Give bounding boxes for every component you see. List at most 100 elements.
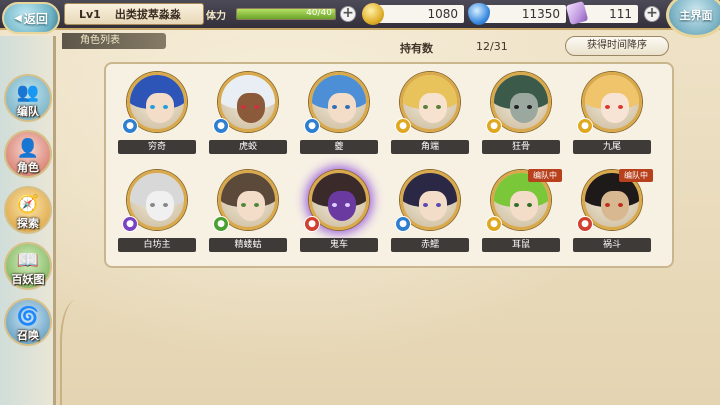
portrait-eye: [241, 203, 246, 207]
portrait-eye: [514, 105, 519, 109]
portrait-eye: [436, 105, 441, 109]
player-level: Lv1: [79, 7, 101, 21]
element-icon: ●: [577, 216, 593, 232]
element-icon: ●: [486, 216, 502, 232]
player-name: 出类拔萃淼淼: [114, 8, 181, 21]
player-info: Lv1 出类拔萃淼淼: [64, 3, 204, 25]
portrait-eye: [332, 105, 337, 109]
character-card[interactable]: ● 虎蛟: [209, 72, 287, 158]
portrait-eye: [241, 105, 246, 109]
coin-icon: [362, 3, 384, 25]
element-icon: ●: [577, 118, 593, 134]
ticket-icon: [565, 1, 589, 25]
element-icon: ●: [395, 118, 411, 134]
sidebar-item-explore[interactable]: 🧭 探索: [4, 186, 52, 234]
back-button[interactable]: ◀ 返回: [2, 2, 60, 34]
home-label: 主界面: [679, 9, 713, 22]
character-name: 祸斗: [573, 238, 651, 252]
character-card[interactable]: ● 角端: [391, 72, 469, 158]
add-ticket-button[interactable]: +: [644, 6, 660, 22]
character-card[interactable]: ● 九尾: [573, 72, 651, 158]
portrait-eye: [254, 105, 259, 109]
summon-icon: 🌀: [16, 306, 40, 327]
portrait-eye: [254, 203, 259, 207]
character-name: 白坊主: [118, 238, 196, 252]
back-arrow-icon: ◀: [14, 12, 22, 24]
jade-value: 11350: [521, 7, 560, 21]
character-name: 九尾: [573, 140, 651, 154]
character-card[interactable]: ● 耳鼠 编队中: [482, 169, 562, 256]
portrait-eye: [150, 105, 155, 109]
element-icon: ●: [213, 216, 229, 232]
stamina-meter: 体力 40/40 +: [206, 4, 356, 24]
character-card[interactable]: ● 祸斗 编队中: [573, 169, 653, 256]
stamina-label: 体力: [206, 10, 226, 22]
portrait-eye: [618, 105, 623, 109]
portrait-eye: [605, 105, 610, 109]
in-party-badge: 编队中: [619, 169, 653, 182]
sidebar: 👥 编队 👤 角色 🧭 探索 📖 百妖图 🌀 召唤: [0, 36, 56, 405]
stamina-value: 40/40: [306, 8, 332, 18]
decorative-frame: [60, 300, 100, 405]
sidebar-item-character[interactable]: 👤 角色: [4, 130, 52, 178]
owned-count: 12/31: [476, 40, 508, 53]
ticket-value: 111: [609, 7, 632, 21]
top-bar: ◀ 返回 Lv1 出类拔萃淼淼 体力 40/40 + 1080 11350 11…: [0, 0, 720, 38]
coin-counter: 1080: [362, 3, 464, 25]
character-card[interactable]: ● 夔: [300, 72, 378, 158]
portrait-eye: [163, 105, 168, 109]
party-icon: 👥: [16, 82, 40, 103]
portrait-eye: [436, 203, 441, 207]
portrait-eye: [618, 203, 623, 207]
character-card[interactable]: ● 白坊主: [118, 170, 196, 256]
character-name: 穷奇: [118, 140, 196, 154]
coin-value: 1080: [427, 7, 458, 21]
portrait-eye: [163, 203, 168, 207]
portrait-eye: [332, 203, 337, 207]
portrait-eye: [527, 105, 532, 109]
portrait-eye: [423, 105, 428, 109]
character-name: 鬼车: [300, 238, 378, 252]
element-icon: ●: [122, 216, 138, 232]
portrait-eye: [423, 203, 428, 207]
ticket-counter: 111: [565, 1, 638, 25]
character-name: 精蝼蛄: [209, 238, 287, 252]
portrait-eye: [150, 203, 155, 207]
character-card[interactable]: ● 狂骨: [482, 72, 560, 158]
character-name: 角端: [391, 140, 469, 154]
element-icon: ●: [304, 118, 320, 134]
section-title: 角色列表: [62, 33, 166, 49]
element-icon: ●: [213, 118, 229, 134]
character-card[interactable]: ● 穷奇: [118, 72, 196, 158]
sidebar-item-bestiary[interactable]: 📖 百妖图: [4, 242, 52, 290]
character-name: 耳鼠: [482, 238, 560, 252]
sidebar-item-summon[interactable]: 🌀 召唤: [4, 298, 52, 346]
element-icon: ●: [122, 118, 138, 134]
character-name: 赤鱬: [391, 238, 469, 252]
jade-counter: 11350: [468, 3, 566, 25]
character-grid: ● 穷奇 ● 虎蛟 ● 夔 ● 角端 ● 狂骨 ● 九尾 ● 白坊主 ● 精蝼蛄 ● 鬼车 ● 赤鱬 ● 耳鼠 编队中 ● 祸斗…: [104, 62, 674, 268]
element-icon: ●: [486, 118, 502, 134]
character-icon: 👤: [16, 138, 40, 159]
character-card[interactable]: ● 精蝼蛄: [209, 170, 287, 256]
book-icon: 📖: [16, 250, 40, 271]
explore-icon: 🧭: [16, 194, 40, 215]
element-icon: ●: [395, 216, 411, 232]
portrait-eye: [605, 203, 610, 207]
stamina-bar: 40/40: [236, 8, 336, 20]
character-name: 夔: [300, 140, 378, 154]
in-party-badge: 编队中: [528, 169, 562, 182]
portrait-eye: [345, 203, 350, 207]
add-stamina-button[interactable]: +: [340, 6, 356, 22]
back-label: 返回: [23, 11, 48, 26]
owned-label: 持有数: [400, 42, 433, 55]
sidebar-item-party[interactable]: 👥 编队: [4, 74, 52, 122]
sort-button[interactable]: 获得时间降序: [565, 36, 669, 56]
character-card[interactable]: ● 鬼车: [300, 170, 378, 256]
character-card[interactable]: ● 赤鱬: [391, 170, 469, 256]
element-icon: ●: [304, 216, 320, 232]
character-name: 虎蛟: [209, 140, 287, 154]
jade-icon: [468, 3, 490, 25]
portrait-eye: [345, 105, 350, 109]
portrait-eye: [527, 203, 532, 207]
